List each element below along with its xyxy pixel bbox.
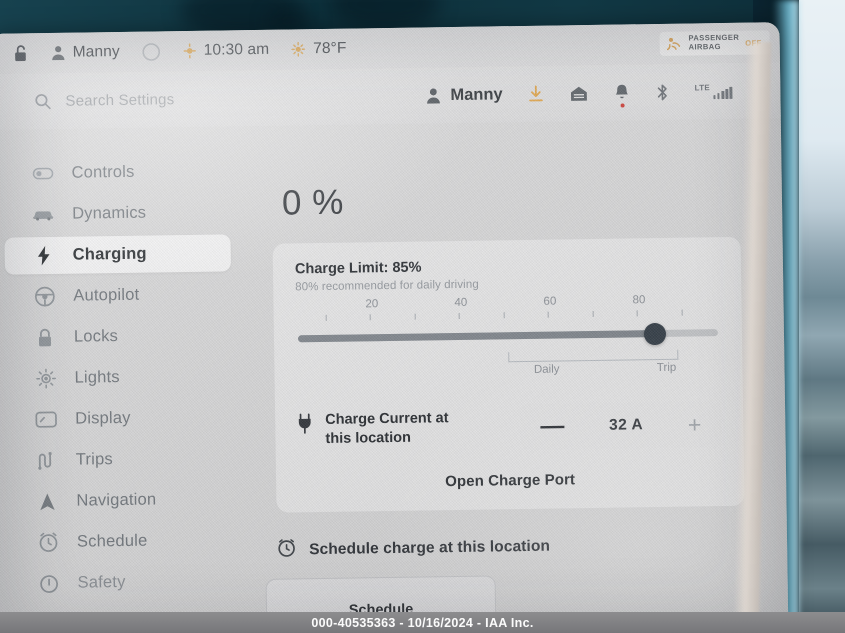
sidebar-item-schedule[interactable]: Schedule	[9, 521, 236, 561]
sidebar-item-lights[interactable]: Lights	[6, 357, 233, 397]
slider-range-daily-label: Daily	[533, 363, 560, 376]
decrement-button[interactable]: —	[540, 412, 564, 439]
vehicle-touchscreen: Manny 10:30 am 78°F PASSENGER AIRBAG Sea…	[0, 22, 789, 633]
slider-tick-label: 20	[365, 298, 379, 311]
headlight-icon	[34, 368, 56, 389]
sidebar-item-charging[interactable]: Charging	[4, 234, 231, 275]
sidebar-item-controls[interactable]: Controls	[3, 152, 230, 192]
safety-shield-icon	[37, 573, 59, 593]
charge-current-label-group: Charge Current at this location	[297, 408, 521, 449]
schedule-charge-row[interactable]: Schedule charge at this location	[277, 532, 751, 563]
charge-limit-slider[interactable]: 20 40 60 80 Daily Trip	[295, 293, 720, 391]
status-driver-name: Manny	[72, 42, 120, 61]
driver-profile[interactable]: Manny	[51, 43, 120, 62]
sidebar-item-safety[interactable]: Safety	[9, 562, 236, 602]
slider-tick-label: 80	[632, 294, 646, 307]
sun-small-icon	[183, 43, 196, 59]
temperature-readout[interactable]: 78°F	[291, 40, 347, 59]
slider-range-trip-label: Trip	[656, 361, 677, 375]
slider-track[interactable]	[297, 322, 719, 345]
charge-limit-title: Charge Limit: 85%	[294, 259, 422, 278]
open-charge-port-button[interactable]: Open Charge Port	[298, 469, 722, 492]
car-icon	[32, 208, 54, 221]
notifications-bell-icon[interactable]	[613, 83, 630, 108]
status-time: 10:30 am	[203, 40, 270, 59]
slider-tick-label: 60	[543, 295, 557, 308]
charging-panel: 0 % Charge Limit: 85% 80% recommended fo…	[241, 123, 753, 633]
auction-watermark-text: 000-40535363 - 10/16/2024 - IAA Inc.	[311, 615, 534, 630]
padlock-icon	[34, 327, 56, 347]
sidebar-item-autopilot[interactable]: Autopilot	[5, 275, 232, 315]
sidebar-item-label: Charging	[72, 244, 147, 264]
lte-label: LTE	[694, 83, 711, 93]
settings-header: Search Settings Manny LTE	[0, 62, 781, 130]
charge-current-row: Charge Current at this location — 32 A +	[297, 401, 722, 453]
software-update-download-icon[interactable]	[527, 85, 544, 103]
search-icon	[35, 93, 51, 109]
increment-button[interactable]: +	[688, 411, 702, 437]
airbag-line-2: AIRBAG	[688, 42, 722, 52]
notification-badge-dot	[620, 103, 625, 108]
charge-limit-card: Charge Limit: 85% 80% recommended for da…	[272, 236, 745, 513]
slider-range-bracket	[508, 349, 678, 363]
header-profile-name: Manny	[450, 84, 503, 104]
display-screen-icon	[35, 411, 57, 428]
slider-thumb[interactable]	[643, 322, 667, 345]
search-input[interactable]: Search Settings	[0, 88, 351, 110]
sidebar-item-display[interactable]: Display	[7, 398, 234, 438]
header-icon-group: Manny LTE	[425, 81, 780, 108]
settings-sidebar: Controls Dynamics Charging Autopilot Loc…	[0, 130, 249, 633]
sidebar-item-label: Dynamics	[71, 203, 147, 223]
sidebar-item-label: Schedule	[76, 531, 148, 551]
lightning-bolt-icon	[33, 245, 55, 266]
slider-fill	[297, 330, 656, 343]
battery-percentage: 0 %	[281, 182, 345, 223]
slider-tick-label: 40	[454, 296, 468, 310]
steering-wheel-icon	[33, 286, 55, 307]
charge-current-label-line1: Charge Current at	[325, 410, 449, 428]
bluetooth-icon[interactable]	[655, 82, 669, 101]
schedule-charge-label: Schedule charge at this location	[309, 537, 551, 559]
sidebar-item-label: Autopilot	[73, 285, 140, 305]
alarm-clock-icon	[277, 538, 296, 562]
sidebar-item-label: Lights	[74, 367, 120, 387]
sidebar-item-trips[interactable]: Trips	[8, 439, 235, 479]
sidebar-item-label: Locks	[73, 327, 119, 346]
person-icon	[52, 46, 65, 61]
toggle-switch-icon	[31, 167, 53, 180]
lte-signal-icon[interactable]: LTE	[694, 83, 733, 100]
sun-icon	[291, 42, 306, 57]
auction-watermark-bar: 000-40535363 - 10/16/2024 - IAA Inc.	[0, 612, 845, 633]
charge-limit-subtitle: 80% recommended for daily driving	[295, 278, 479, 294]
garage-home-icon[interactable]	[569, 85, 588, 102]
trips-route-icon	[36, 451, 58, 470]
person-icon	[427, 88, 440, 104]
charge-plug-icon	[297, 413, 312, 439]
sidebar-item-label: Controls	[71, 162, 135, 182]
sidebar-item-navigation[interactable]: Navigation	[8, 480, 235, 520]
unlock-icon[interactable]	[14, 44, 29, 62]
charge-current-label-line2: this location	[325, 429, 412, 447]
clock-readout[interactable]: 10:30 am	[183, 41, 270, 60]
alarm-clock-icon	[37, 532, 59, 553]
glare-reflection	[330, 0, 440, 30]
sidebar-item-dynamics[interactable]: Dynamics	[4, 193, 231, 233]
sidebar-item-label: Display	[75, 408, 131, 428]
circle-icon[interactable]	[142, 42, 161, 61]
sidebar-item-label: Navigation	[76, 490, 157, 510]
status-temperature: 78°F	[313, 39, 347, 58]
charge-current-value: 32 A	[608, 416, 644, 434]
header-profile-button[interactable]: Manny	[425, 85, 503, 105]
signal-bars	[713, 86, 733, 100]
charge-current-stepper: — 32 A +	[520, 401, 722, 451]
airbag-icon	[666, 37, 681, 50]
navigation-arrow-icon	[36, 491, 58, 511]
charge-current-label: Charge Current at this location	[325, 409, 449, 449]
photograph-of-vehicle-touchscreen: Manny 10:30 am 78°F PASSENGER AIRBAG Sea…	[0, 0, 845, 633]
sidebar-item-label: Safety	[77, 572, 126, 592]
search-placeholder: Search Settings	[65, 90, 175, 110]
sidebar-item-label: Trips	[75, 450, 113, 469]
sidebar-item-locks[interactable]: Locks	[6, 316, 233, 356]
